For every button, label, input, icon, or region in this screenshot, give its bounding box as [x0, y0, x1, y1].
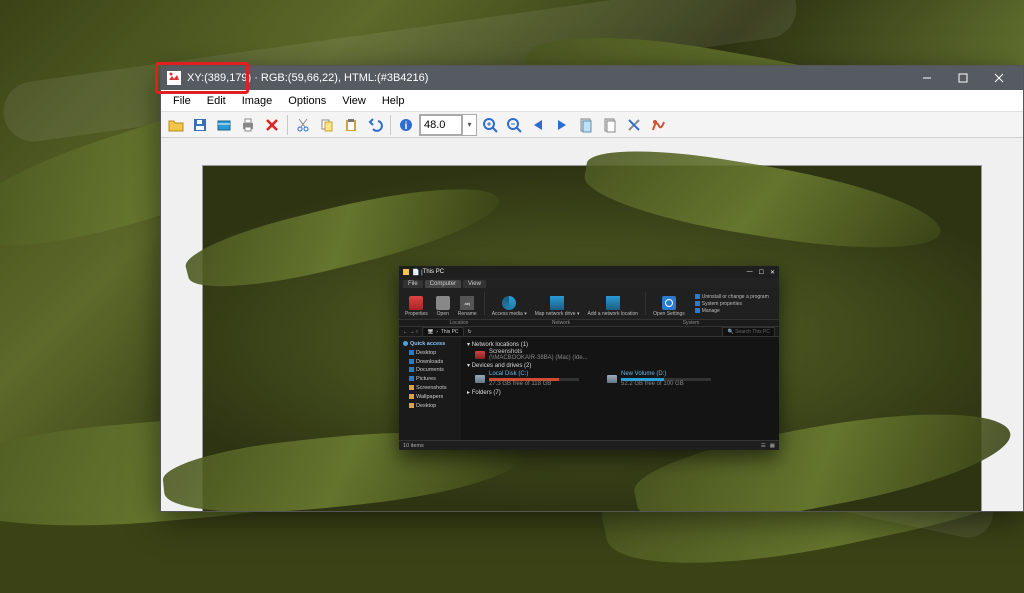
- effects-icon[interactable]: [647, 114, 669, 136]
- displayed-image: 📄 | This PC —☐✕ File Computer View Prope…: [203, 166, 981, 511]
- menu-view[interactable]: View: [334, 92, 374, 110]
- zoom-input[interactable]: [420, 115, 462, 135]
- canvas[interactable]: 📄 | This PC —☐✕ File Computer View Prope…: [161, 138, 1023, 511]
- menu-image[interactable]: Image: [234, 92, 281, 110]
- toolbar: i ▾: [161, 112, 1023, 138]
- chevron-down-icon[interactable]: ▾: [462, 115, 476, 135]
- maximize-button[interactable]: [945, 66, 981, 90]
- titlebar-xy: XY:(389,179): [187, 72, 251, 84]
- explorer-window-in-image: 📄 | This PC —☐✕ File Computer View Prope…: [399, 266, 779, 450]
- close-button[interactable]: [981, 66, 1017, 90]
- menu-file[interactable]: File: [165, 92, 199, 110]
- menubar: File Edit Image Options View Help: [161, 90, 1023, 112]
- clipboard-paste-icon[interactable]: [599, 114, 621, 136]
- cut-icon[interactable]: [292, 114, 314, 136]
- menu-edit[interactable]: Edit: [199, 92, 234, 110]
- copy-icon[interactable]: [316, 114, 338, 136]
- menu-help[interactable]: Help: [374, 92, 413, 110]
- open-icon[interactable]: [165, 114, 187, 136]
- titlebar[interactable]: XY:(389,179) · RGB:(59,66,22), HTML:(#3B…: [161, 66, 1023, 90]
- info-icon[interactable]: i: [395, 114, 417, 136]
- app-icon: [167, 71, 181, 85]
- tools-icon[interactable]: [623, 114, 645, 136]
- irfanview-window: XY:(389,179) · RGB:(59,66,22), HTML:(#3B…: [160, 65, 1024, 512]
- print-icon[interactable]: [237, 114, 259, 136]
- clipboard-copy-icon[interactable]: [575, 114, 597, 136]
- menu-options[interactable]: Options: [280, 92, 334, 110]
- next-icon[interactable]: [551, 114, 573, 136]
- zoom-out-icon[interactable]: [503, 114, 525, 136]
- undo-icon[interactable]: [364, 114, 386, 136]
- svg-text:i: i: [405, 121, 408, 132]
- scan-icon[interactable]: [213, 114, 235, 136]
- delete-icon[interactable]: [261, 114, 283, 136]
- prev-icon[interactable]: [527, 114, 549, 136]
- paste-icon[interactable]: [340, 114, 362, 136]
- zoom-combo[interactable]: ▾: [419, 114, 477, 136]
- zoom-in-icon[interactable]: [479, 114, 501, 136]
- minimize-button[interactable]: [909, 66, 945, 90]
- save-icon[interactable]: [189, 114, 211, 136]
- titlebar-rgb: RGB:(59,66,22), HTML:(#3B4216): [261, 72, 429, 84]
